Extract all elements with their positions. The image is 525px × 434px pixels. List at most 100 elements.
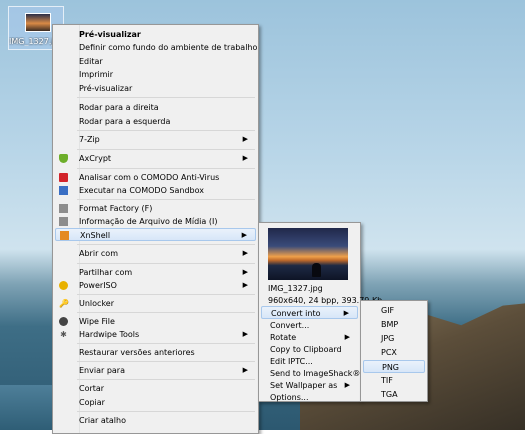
menu-item-hardwipe-tools[interactable]: ✱ Hardwipe Tools ▶ [55,328,256,341]
menu-separator [77,294,255,295]
submenu-arrow-icon: ▶ [242,154,248,162]
convert-into-submenu: GIF BMP JPG PCX PNG TIF TGA [360,300,428,402]
menu-separator [77,263,255,264]
menu-item-send-to[interactable]: Enviar para ▶ [55,364,256,377]
menu-separator [77,244,255,245]
menu-item-axcrypt[interactable]: AxCrypt ▶ [55,152,256,165]
menu-item-label: Informação de Arquivo de Mídia (I) [79,217,218,226]
menu-item-7zip[interactable]: 7-Zip ▶ [55,133,256,146]
menu-item-label: Format Factory (F) [79,204,153,213]
menu-item-create-shortcut[interactable]: Criar atalho [55,414,256,427]
menu-item-comodo-scan[interactable]: Analisar com o COMODO Anti-Virus [55,171,256,184]
menu-item-label: GIF [381,306,395,315]
menu-item-set-wallpaper[interactable]: Definir como fundo do ambiente de trabal… [55,41,258,54]
menu-item-format-pcx[interactable]: PCX [363,346,425,359]
axcrypt-icon [59,154,68,163]
menu-item-xnshell[interactable]: XnShell ▶ [55,228,256,241]
menu-item-share-with[interactable]: Partilhar com ▶ [55,266,256,279]
menu-item-label: Enviar para [79,366,125,375]
menu-separator [77,411,255,412]
menu-item-format-bmp[interactable]: BMP [363,318,425,331]
menu-separator [77,149,255,150]
submenu-arrow-icon: ▶ [242,330,248,338]
menu-item-format-factory[interactable]: Format Factory (F) [55,202,256,215]
menu-separator [77,199,255,200]
menu-separator [77,379,255,380]
menu-item-label: Rodar para a direita [79,103,159,112]
menu-item-rotate-left[interactable]: Rodar para a esquerda [55,115,256,128]
menu-item-rotate-right[interactable]: Rodar para a direita [55,101,256,114]
menu-item-label: Analisar com o COMODO Anti-Virus [79,173,220,182]
menu-item-preview[interactable]: Pré-visualizar [55,82,256,95]
menu-item-label: Unlocker [79,299,114,308]
menu-item-label: Wipe File [79,317,115,326]
menu-item-unlocker[interactable]: 🔑 Unlocker [55,297,256,310]
menu-item-format-tif[interactable]: TIF [363,374,425,387]
menu-item-label: Criar atalho [79,416,126,425]
menu-item-preview-default[interactable]: Pré-visualizar [55,28,256,41]
submenu-arrow-icon: ▶ [242,366,248,374]
menu-separator [77,343,255,344]
xnshell-icon [60,231,69,240]
menu-item-label: Abrir com [79,249,118,258]
poweriso-icon [59,281,68,290]
menu-item-label: JPG [381,334,395,343]
menu-separator [77,361,255,362]
comodo-antivirus-icon [59,173,68,182]
menu-item-label: PNG [382,363,400,372]
submenu-arrow-icon: ▶ [241,231,247,239]
menu-item-label: XnShell [80,231,111,240]
menu-item-cut[interactable]: Cortar [55,382,256,395]
menu-item-format-png[interactable]: PNG [363,360,425,373]
context-menu: Pré-visualizar Definir como fundo do amb… [52,24,259,434]
menu-separator [77,168,255,169]
menu-separator [77,312,255,313]
wipe-file-icon [59,317,68,326]
menu-item-label: Editar [79,57,103,66]
menu-item-format-gif[interactable]: GIF [363,304,425,317]
xnshell-submenu: IMG_1327.jpg 960x640, 24 bpp, 393.79 Kb … [258,222,382,404]
menu-item-label: Restaurar versões anteriores [79,348,195,357]
menu-item-edit[interactable]: Editar [55,55,256,68]
menu-item-label: Definir como fundo do ambiente de trabal… [79,43,258,52]
menu-item-label: Partilhar com [79,268,133,277]
menu-item-label: Imprimir [79,70,114,79]
menu-item-label: AxCrypt [79,154,112,163]
menu-item-label: Executar na COMODO Sandbox [79,186,204,195]
menu-item-format-tga[interactable]: TGA [363,388,425,401]
comodo-sandbox-icon [59,186,68,195]
media-info-icon [59,217,68,226]
menu-item-restore-versions[interactable]: Restaurar versões anteriores [55,346,256,359]
menu-item-media-info[interactable]: Informação de Arquivo de Mídia (I) [55,215,256,228]
menu-item-open-with[interactable]: Abrir com ▶ [55,247,256,260]
submenu-arrow-icon: ▶ [242,281,248,289]
menu-item-convert-into[interactable]: Convert into ▶ [261,306,358,319]
menu-item-options[interactable]: Options... [261,391,358,404]
menu-item-label: Pré-visualizar [79,84,133,93]
menu-item-wipe-file[interactable]: Wipe File [55,315,256,328]
menu-item-print[interactable]: Imprimir [55,68,256,81]
image-preview [268,228,348,280]
preview-filename: IMG_1327.jpg [268,284,323,293]
menu-item-label: Hardwipe Tools [79,330,140,339]
preview-rock [312,263,321,277]
image-thumbnail-icon [25,13,51,32]
menu-item-format-jpg[interactable]: JPG [363,332,425,345]
menu-item-label: BMP [381,320,399,329]
menu-item-poweriso[interactable]: PowerISO ▶ [55,279,256,292]
submenu-arrow-icon: ▶ [242,249,248,257]
unlocker-icon: 🔑 [59,299,69,308]
menu-separator [77,97,255,98]
menu-item-label: PowerISO [79,281,117,290]
menu-item-label: TGA [381,390,398,399]
submenu-arrow-icon: ▶ [242,268,248,276]
menu-item-label: Pré-visualizar [79,30,141,39]
submenu-arrow-icon: ▶ [242,135,248,143]
menu-item-comodo-sandbox[interactable]: Executar na COMODO Sandbox [55,184,256,197]
menu-item-label: TIF [381,376,393,385]
menu-separator [77,130,255,131]
menu-item-copy[interactable]: Copiar [55,396,256,409]
menu-item-label: Options... [270,393,309,402]
menu-item-label: 7-Zip [79,135,100,144]
menu-item-label: Cortar [79,384,105,393]
